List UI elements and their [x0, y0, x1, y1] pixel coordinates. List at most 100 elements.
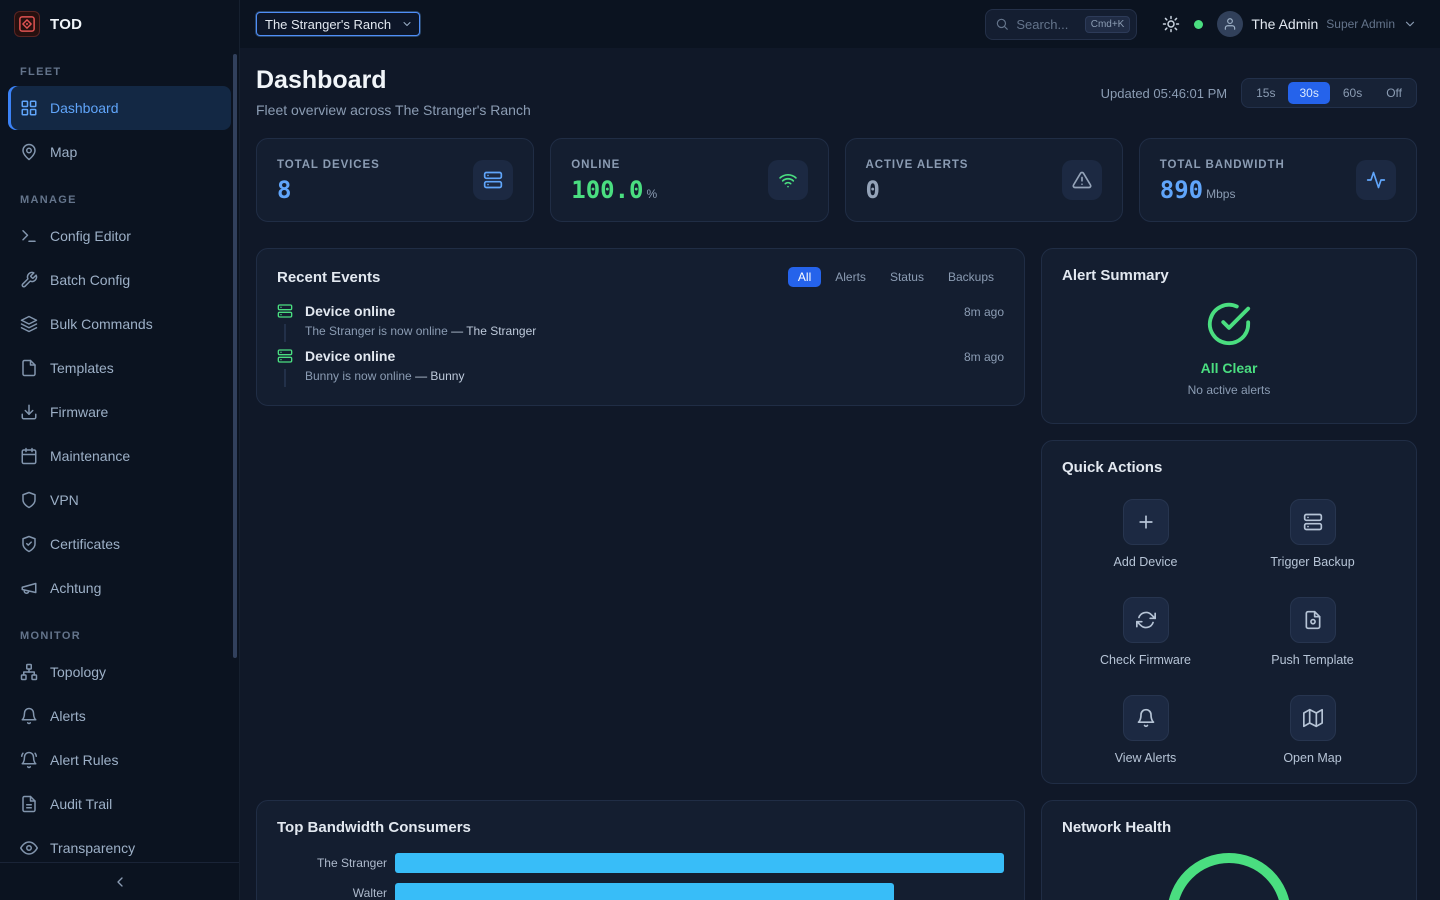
event-row[interactable]: Device online 8m ago Bunny is now online… — [277, 348, 1004, 387]
sidebar-item-transparency[interactable]: Transparency — [8, 826, 231, 862]
stat-online: ONLINE 100.0% — [550, 138, 828, 222]
sidebar-item-vpn[interactable]: VPN — [8, 478, 231, 522]
avatar — [1217, 11, 1243, 37]
search-shortcut-badge: Cmd+K — [1085, 16, 1131, 33]
sidebar-item-achtung[interactable]: Achtung — [8, 566, 231, 610]
nav-section-fleet: Fleet — [8, 66, 231, 78]
filter-status[interactable]: Status — [880, 267, 934, 287]
event-description: The Stranger is now online — [305, 324, 448, 338]
sidebar-item-bulk-commands[interactable]: Bulk Commands — [8, 302, 231, 346]
recent-events-title: Recent Events — [277, 269, 380, 286]
recent-events-card: Recent Events All Alerts Status Backups — [256, 248, 1025, 406]
activity-icon — [1366, 170, 1386, 190]
action-push-template[interactable]: Push Template — [1229, 597, 1396, 667]
main-content: Dashboard Fleet overview across The Stra… — [240, 48, 1440, 900]
action-check-firmware[interactable]: Check Firmware — [1062, 597, 1229, 667]
sidebar-item-topology[interactable]: Topology — [8, 650, 231, 694]
quick-actions-card: Quick Actions Add Device Trigger Backup — [1041, 440, 1417, 784]
network-icon — [20, 663, 38, 681]
sidebar-item-label: Batch Config — [50, 272, 130, 288]
action-label: Push Template — [1271, 653, 1353, 667]
refresh-option-30s[interactable]: 30s — [1288, 82, 1329, 104]
action-view-alerts[interactable]: View Alerts — [1062, 695, 1229, 765]
page-title: Dashboard — [256, 66, 531, 95]
event-title: Device online — [305, 348, 395, 364]
sidebar-item-templates[interactable]: Templates — [8, 346, 231, 390]
bandwidth-consumers-card: Top Bandwidth Consumers The Stranger Wal… — [256, 800, 1025, 900]
stat-label: ONLINE — [571, 159, 657, 171]
refresh-option-off[interactable]: Off — [1375, 82, 1413, 104]
action-trigger-backup[interactable]: Trigger Backup — [1229, 499, 1396, 569]
sidebar-item-map[interactable]: Map — [8, 130, 231, 174]
network-health-title: Network Health — [1062, 819, 1171, 836]
event-row[interactable]: Device online 8m ago The Stranger is now… — [277, 303, 1004, 342]
network-health-value: 100 — [1177, 863, 1281, 900]
sidebar-item-alert-rules[interactable]: Alert Rules — [8, 738, 231, 782]
sidebar-item-label: Certificates — [50, 536, 120, 552]
refresh-option-60s[interactable]: 60s — [1332, 82, 1373, 104]
stat-value: 890 — [1160, 176, 1203, 204]
sidebar-item-label: VPN — [50, 492, 79, 508]
stat-value: 0 — [866, 176, 880, 204]
bandwidth-bar — [395, 853, 1004, 873]
app-logo-icon — [14, 11, 40, 37]
event-time: 8m ago — [964, 305, 1004, 319]
refresh-option-15s[interactable]: 15s — [1245, 82, 1286, 104]
filter-backups[interactable]: Backups — [938, 267, 1004, 287]
action-label: Check Firmware — [1100, 653, 1191, 667]
grid-icon — [20, 99, 38, 117]
bell-ring-icon — [20, 751, 38, 769]
chevron-down-icon — [401, 18, 413, 30]
bandwidth-device-label: Walter — [277, 886, 387, 900]
sidebar-collapse-button[interactable] — [0, 862, 239, 900]
bandwidth-bar — [395, 883, 894, 900]
sidebar-item-alerts[interactable]: Alerts — [8, 694, 231, 738]
action-open-map[interactable]: Open Map — [1229, 695, 1396, 765]
server-icon — [483, 170, 503, 190]
sidebar-item-config-editor[interactable]: Config Editor — [8, 214, 231, 258]
action-label: View Alerts — [1115, 751, 1177, 765]
stat-cards: TOTAL DEVICES 8 ONLINE 100.0% ACTIVE ALE… — [256, 138, 1417, 222]
bandwidth-device-label: The Stranger — [277, 856, 387, 870]
topbar-right: The Admin Super Admin — [1162, 11, 1417, 37]
updated-timestamp: Updated 05:46:01 PM — [1101, 86, 1227, 101]
sidebar-item-maintenance[interactable]: Maintenance — [8, 434, 231, 478]
shield-icon — [20, 491, 38, 509]
ranch-selector[interactable]: The Stranger's Ranch — [256, 12, 420, 36]
sun-icon[interactable] — [1162, 15, 1180, 33]
filter-all[interactable]: All — [788, 267, 821, 287]
plus-icon — [1136, 512, 1156, 532]
action-add-device[interactable]: Add Device — [1062, 499, 1229, 569]
right-column: Alert Summary All Clear No active alerts… — [1041, 248, 1417, 784]
timeline-line — [284, 324, 286, 342]
sidebar-item-certificates[interactable]: Certificates — [8, 522, 231, 566]
event-time: 8m ago — [964, 350, 1004, 364]
bandwidth-card-title: Top Bandwidth Consumers — [277, 819, 471, 836]
sidebar-item-label: Topology — [50, 664, 106, 680]
stat-label: TOTAL DEVICES — [277, 159, 380, 171]
terminal-icon — [20, 227, 38, 245]
sidebar-item-label: Alerts — [50, 708, 86, 724]
layers-icon — [20, 315, 38, 333]
sidebar-item-label: Bulk Commands — [50, 316, 153, 332]
sidebar-item-audit-trail[interactable]: Audit Trail — [8, 782, 231, 826]
sidebar-item-dashboard[interactable]: Dashboard — [8, 86, 231, 130]
bandwidth-row: The Stranger — [277, 853, 1004, 873]
filter-alerts[interactable]: Alerts — [825, 267, 876, 287]
file-badge-icon — [1303, 610, 1323, 630]
user-menu[interactable]: The Admin Super Admin — [1217, 11, 1417, 37]
event-title: Device online — [305, 303, 395, 319]
search-input[interactable] — [1016, 17, 1077, 32]
sidebar-scrollbar[interactable] — [233, 54, 237, 658]
file-icon — [20, 359, 38, 377]
search-box[interactable]: Cmd+K — [985, 9, 1137, 40]
wrench-icon — [20, 271, 38, 289]
chevron-left-icon — [112, 874, 128, 890]
sidebar-item-firmware[interactable]: Firmware — [8, 390, 231, 434]
sidebar-item-batch-config[interactable]: Batch Config — [8, 258, 231, 302]
stat-value: 8 — [277, 176, 291, 204]
alert-triangle-icon — [1072, 170, 1092, 190]
bell-icon — [1136, 708, 1156, 728]
action-label: Trigger Backup — [1270, 555, 1354, 569]
map-pin-icon — [20, 143, 38, 161]
